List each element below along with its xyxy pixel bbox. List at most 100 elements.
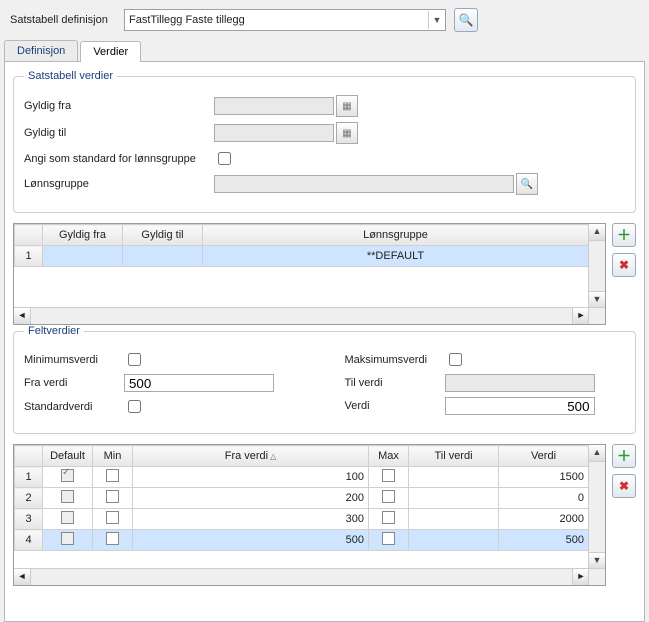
checkbox-icon[interactable] — [382, 532, 395, 545]
col-gyldig-fra[interactable]: Gyldig fra — [43, 225, 123, 246]
lonnsgruppe-input[interactable] — [214, 175, 514, 193]
vertical-scrollbar[interactable]: ▲▼ — [588, 445, 605, 569]
row-header[interactable]: 4 — [15, 530, 43, 551]
delete-period-button[interactable]: ✖ — [612, 253, 636, 277]
cell-verdi[interactable]: 0 — [499, 488, 589, 509]
plus-icon: ＋ — [617, 446, 631, 466]
checkbox-icon[interactable] — [106, 532, 119, 545]
checkbox-icon[interactable] — [106, 511, 119, 524]
table-row[interactable]: 3 300 2000 — [15, 509, 589, 530]
row-header[interactable]: 1 — [15, 246, 43, 267]
cell-verdi[interactable]: 2000 — [499, 509, 589, 530]
cell-max[interactable] — [369, 509, 409, 530]
cell-til[interactable] — [409, 530, 499, 551]
cell-fra[interactable]: 500 — [133, 530, 369, 551]
checkbox-icon[interactable] — [382, 490, 395, 503]
horizontal-scrollbar[interactable]: ◄► — [14, 307, 589, 324]
col-gyldig-til[interactable]: Gyldig til — [123, 225, 203, 246]
cell-fra[interactable]: 300 — [133, 509, 369, 530]
scroll-up-icon[interactable]: ▲ — [589, 445, 605, 462]
cell-min[interactable] — [93, 467, 133, 488]
vertical-scrollbar[interactable]: ▲▼ — [588, 224, 605, 308]
cell-min[interactable] — [93, 530, 133, 551]
max-checkbox[interactable] — [449, 353, 462, 366]
cell-max[interactable] — [369, 467, 409, 488]
checkbox-icon[interactable] — [61, 469, 74, 482]
row-header[interactable]: 3 — [15, 509, 43, 530]
cell-gyldig-til[interactable] — [123, 246, 203, 267]
feltverdier-fieldset: Feltverdier Minimumsverdi Fra verdi Stan… — [13, 325, 636, 434]
col-fra-verdi[interactable]: Fra verdi△ — [133, 446, 369, 467]
standardverdi-checkbox[interactable] — [128, 400, 141, 413]
cell-til[interactable] — [409, 509, 499, 530]
tab-definisjon[interactable]: Definisjon — [4, 40, 78, 61]
gyldig-fra-input[interactable] — [214, 97, 334, 115]
col-min[interactable]: Min — [93, 446, 133, 467]
table-row[interactable]: 2 200 0 — [15, 488, 589, 509]
gyldig-til-input[interactable] — [214, 124, 334, 142]
search-icon[interactable]: 🔍 — [516, 173, 538, 195]
cell-verdi[interactable]: 500 — [499, 530, 589, 551]
cell-fra[interactable]: 100 — [133, 467, 369, 488]
checkbox-icon[interactable] — [382, 511, 395, 524]
delete-value-button[interactable]: ✖ — [612, 474, 636, 498]
cell-gyldig-fra[interactable] — [43, 246, 123, 267]
cell-fra[interactable]: 200 — [133, 488, 369, 509]
checkbox-icon[interactable] — [382, 469, 395, 482]
satstabell-verdier-fieldset: Satstabell verdier Gyldig fra ▦ Gyldig t… — [13, 70, 636, 213]
chevron-down-icon[interactable]: ▼ — [428, 11, 445, 29]
cell-min[interactable] — [93, 488, 133, 509]
checkbox-icon[interactable] — [106, 469, 119, 482]
scroll-down-icon[interactable]: ▼ — [589, 291, 605, 308]
cell-default[interactable] — [43, 530, 93, 551]
cell-default[interactable] — [43, 509, 93, 530]
periods-grid[interactable]: Gyldig fra Gyldig til Lønnsgruppe 1 **DEF… — [13, 223, 606, 325]
cell-default[interactable] — [43, 467, 93, 488]
til-verdi-input[interactable] — [445, 374, 595, 392]
cell-til[interactable] — [409, 467, 499, 488]
add-period-button[interactable]: ＋ — [612, 223, 636, 247]
corner-header[interactable] — [15, 225, 43, 246]
tab-verdier[interactable]: Verdier — [80, 41, 141, 62]
col-default[interactable]: Default — [43, 446, 93, 467]
til-verdi-label: Til verdi — [345, 377, 445, 389]
calendar-icon[interactable]: ▦ — [336, 122, 358, 144]
checkbox-icon[interactable] — [61, 490, 74, 503]
angi-standard-checkbox[interactable] — [218, 152, 231, 165]
cell-default[interactable] — [43, 488, 93, 509]
scroll-up-icon[interactable]: ▲ — [589, 224, 605, 241]
fra-verdi-input[interactable] — [124, 374, 274, 392]
col-max[interactable]: Max — [369, 446, 409, 467]
scroll-left-icon[interactable]: ◄ — [14, 569, 31, 585]
col-verdi[interactable]: Verdi — [499, 446, 589, 467]
search-button[interactable]: 🔍 — [454, 8, 478, 32]
table-row[interactable]: 1 **DEFAULT — [15, 246, 589, 267]
scroll-down-icon[interactable]: ▼ — [589, 552, 605, 569]
add-value-button[interactable]: ＋ — [612, 444, 636, 468]
col-lonnsgruppe[interactable]: Lønnsgruppe — [203, 225, 589, 246]
scroll-right-icon[interactable]: ► — [572, 308, 589, 324]
row-header[interactable]: 1 — [15, 467, 43, 488]
scroll-left-icon[interactable]: ◄ — [14, 308, 31, 324]
checkbox-icon[interactable] — [61, 511, 74, 524]
horizontal-scrollbar[interactable]: ◄► — [14, 568, 589, 585]
table-row[interactable]: 4 500 500 — [15, 530, 589, 551]
checkbox-icon[interactable] — [61, 532, 74, 545]
cell-max[interactable] — [369, 488, 409, 509]
col-til-verdi[interactable]: Til verdi — [409, 446, 499, 467]
verdi-input[interactable] — [445, 397, 595, 415]
cell-min[interactable] — [93, 509, 133, 530]
cell-lonnsgruppe[interactable]: **DEFAULT — [203, 246, 589, 267]
cell-til[interactable] — [409, 488, 499, 509]
table-row[interactable]: 1 100 1500 — [15, 467, 589, 488]
corner-header[interactable] — [15, 446, 43, 467]
min-checkbox[interactable] — [128, 353, 141, 366]
row-header[interactable]: 2 — [15, 488, 43, 509]
scroll-right-icon[interactable]: ► — [572, 569, 589, 585]
cell-max[interactable] — [369, 530, 409, 551]
satstabell-definisjon-combo[interactable]: FastTillegg Faste tillegg ▼ — [124, 9, 446, 31]
values-grid[interactable]: Default Min Fra verdi△ Max Til verdi Ver… — [13, 444, 606, 586]
calendar-icon[interactable]: ▦ — [336, 95, 358, 117]
checkbox-icon[interactable] — [106, 490, 119, 503]
cell-verdi[interactable]: 1500 — [499, 467, 589, 488]
